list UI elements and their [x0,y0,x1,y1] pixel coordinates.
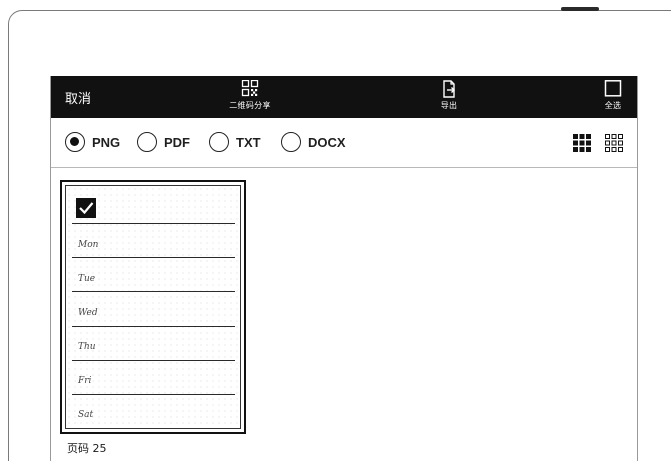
format-option-docx[interactable]: DOCX [281,132,346,152]
power-button [561,7,599,11]
ruled-line [72,223,235,224]
export-button[interactable]: 导出 [429,80,469,111]
radio-unselected-icon [137,132,157,152]
page-thumbnail[interactable]: Mon Tue Wed Thu Fri Sat [60,180,246,434]
export-icon [443,80,455,98]
ruled-line [72,257,235,258]
radio-unselected-icon [209,132,229,152]
checkbox-outline-icon [604,80,622,97]
radio-selected-icon [65,132,85,152]
ruled-line [72,360,235,361]
ruled-line [72,394,235,395]
checkmark-icon [79,202,94,215]
qr-share-button[interactable]: 二维码分享 [215,80,285,111]
radio-unselected-icon [281,132,301,152]
format-label-txt: TXT [236,134,261,150]
select-all-label: 全选 [604,101,622,110]
format-option-pdf[interactable]: PDF [137,132,190,152]
format-label-png: PNG [92,134,121,150]
page-select-checkbox[interactable] [76,198,96,218]
handwritten-line: Thu [78,342,96,352]
ruled-line [72,326,235,327]
ruled-line [72,291,235,292]
format-label-pdf: PDF [164,134,190,150]
format-option-png[interactable]: PNG [65,132,120,152]
format-selector: PNG PDF TXT DOCX [51,118,637,168]
handwritten-line: Tue [78,274,96,284]
select-all-button[interactable]: 全选 [593,80,633,111]
large-grid-view-icon[interactable] [573,134,591,152]
page-preview: Mon Tue Wed Thu Fri Sat [65,185,241,429]
small-grid-view-icon[interactable] [605,134,623,152]
export-dialog: 取消 二维码分享 导出 全选 PNG PDF TXT DOCX Mon Tue … [50,76,638,461]
handwritten-line: Sat [78,410,94,420]
top-toolbar: 取消 二维码分享 导出 全选 [51,76,637,118]
handwritten-line: Fri [78,376,92,386]
format-option-txt[interactable]: TXT [209,132,261,152]
handwritten-line: Wed [78,308,98,318]
cancel-button[interactable]: 取消 [65,88,91,107]
handwritten-line: Mon [78,240,99,250]
qr-share-label: 二维码分享 [229,101,271,110]
export-label: 导出 [440,101,458,110]
qr-code-icon [241,80,259,97]
format-label-docx: DOCX [308,134,346,150]
page-number-label: 页码 25 [67,442,107,455]
